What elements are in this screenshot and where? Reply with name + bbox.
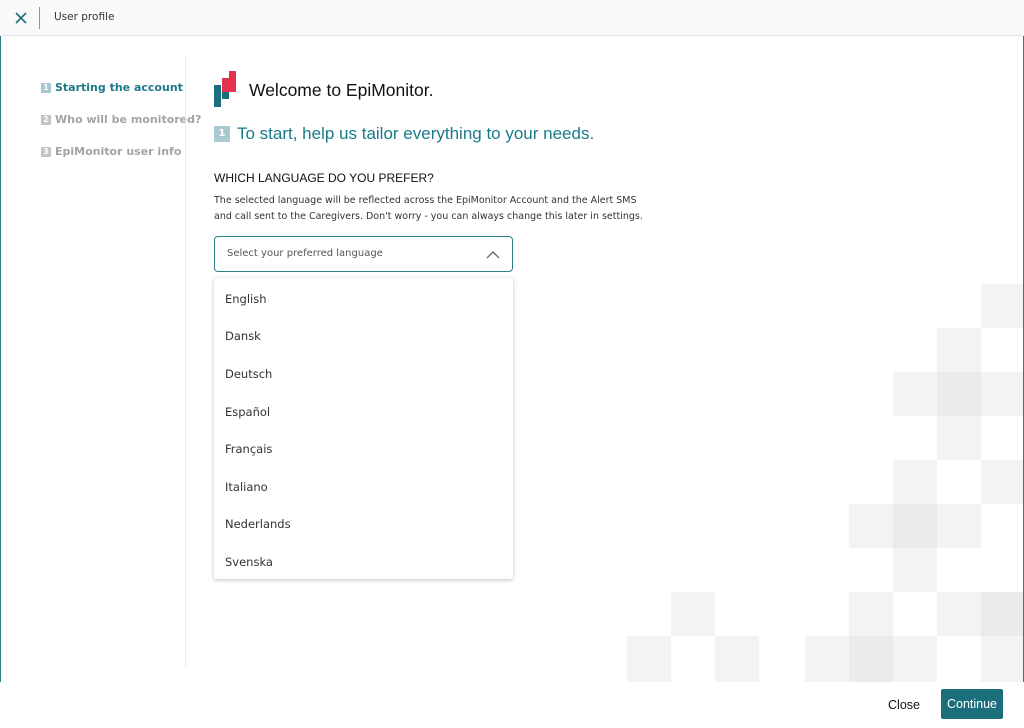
header-divider bbox=[39, 7, 40, 29]
step-number: 1 bbox=[41, 83, 51, 93]
option-english[interactable]: English bbox=[214, 280, 513, 318]
language-question: WHICH LANGUAGE DO YOU PREFER? bbox=[214, 171, 434, 185]
select-placeholder: Select your preferred language bbox=[227, 248, 383, 259]
footer-bar: Close Continue bbox=[0, 682, 1024, 728]
continue-button[interactable]: Continue bbox=[941, 689, 1003, 719]
step-number: 3 bbox=[41, 147, 51, 157]
step-label: Starting the account bbox=[55, 81, 183, 94]
close-button[interactable]: Close bbox=[878, 692, 930, 718]
option-svenska[interactable]: Svenska bbox=[214, 543, 513, 581]
option-dansk[interactable]: Dansk bbox=[214, 318, 513, 356]
top-bar: User profile bbox=[0, 0, 1024, 36]
step-label: Who will be monitored? bbox=[55, 113, 202, 126]
step-label: EpiMonitor user info bbox=[55, 145, 182, 158]
steps-nav: 1 Starting the account 2 Who will be mon… bbox=[41, 81, 201, 177]
step-subtitle: 1 To start, help us tailor everything to… bbox=[214, 124, 594, 144]
step-starting-account[interactable]: 1 Starting the account bbox=[41, 81, 201, 113]
language-description: The selected language will be reflected … bbox=[214, 193, 654, 224]
main-frame: 1 Starting the account 2 Who will be mon… bbox=[0, 36, 1024, 682]
subtitle-text: To start, help us tailor everything to y… bbox=[237, 124, 595, 143]
language-dropdown: English Dansk Deutsch Español Français I… bbox=[214, 278, 513, 579]
step-number: 2 bbox=[41, 115, 51, 125]
step-badge: 1 bbox=[214, 126, 230, 142]
description-line-1: The selected language will be reflected … bbox=[214, 195, 637, 206]
option-italiano[interactable]: Italiano bbox=[214, 468, 513, 506]
language-select[interactable]: Select your preferred language bbox=[214, 236, 513, 272]
option-deutsch[interactable]: Deutsch bbox=[214, 355, 513, 393]
sidebar-divider bbox=[185, 56, 186, 668]
option-nederlands[interactable]: Nederlands bbox=[214, 506, 513, 544]
step-who-monitored[interactable]: 2 Who will be monitored? bbox=[41, 113, 201, 145]
description-line-2: and call sent to the Caregivers. Don't w… bbox=[214, 210, 643, 222]
welcome-heading: Welcome to EpiMonitor. bbox=[249, 80, 434, 100]
option-francais[interactable]: Français bbox=[214, 430, 513, 468]
close-icon[interactable] bbox=[11, 8, 31, 28]
option-espanol[interactable]: Español bbox=[214, 393, 513, 431]
page-title: User profile bbox=[54, 11, 115, 23]
epimonitor-logo bbox=[214, 71, 236, 107]
step-user-info[interactable]: 3 EpiMonitor user info bbox=[41, 145, 201, 177]
chevron-up-icon bbox=[486, 251, 500, 259]
